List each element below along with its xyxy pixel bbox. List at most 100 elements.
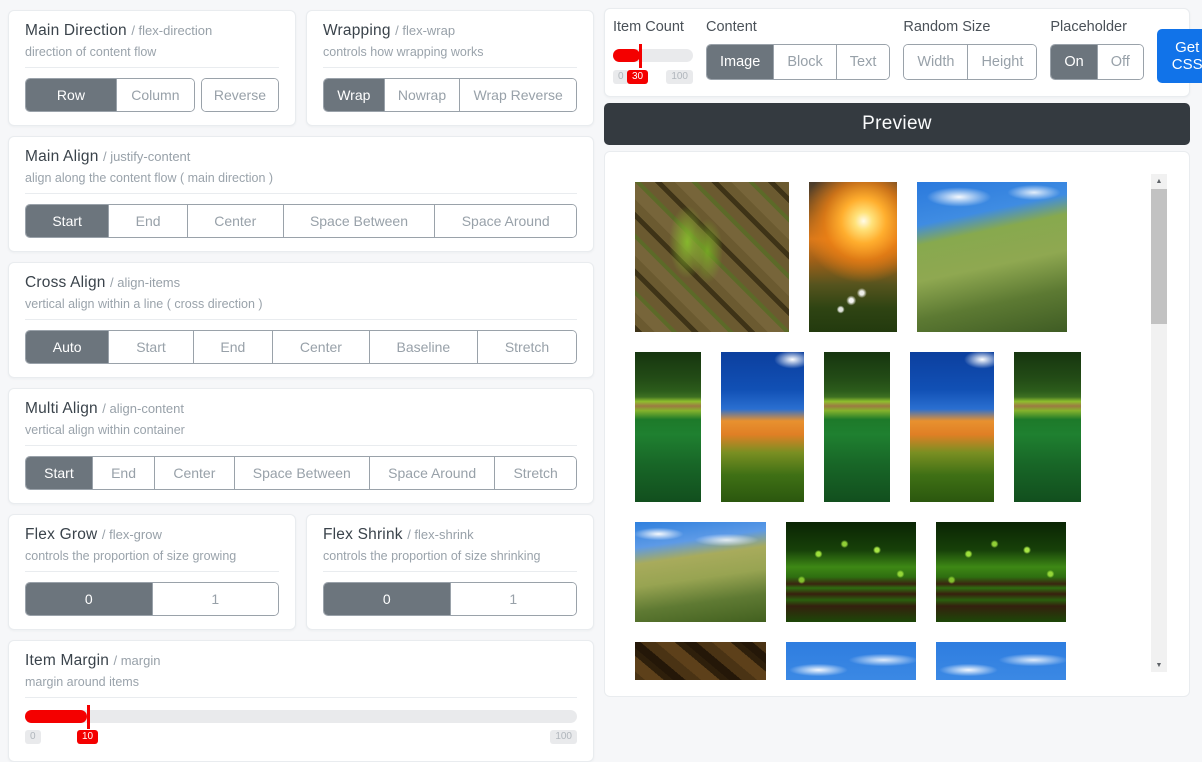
flex-wrap-wrap-button[interactable]: Wrap xyxy=(324,79,384,111)
random-size-label: Random Size xyxy=(903,19,1037,35)
card-title: Main Align xyxy=(25,148,99,165)
content-block-button[interactable]: Block xyxy=(773,45,835,79)
preview-image-lake-reflection xyxy=(824,352,890,502)
content-control: Content Image Block Text xyxy=(706,19,890,80)
preview-image-mountain-trail xyxy=(917,182,1067,332)
divider xyxy=(25,319,577,320)
card-description: margin around items xyxy=(25,675,577,689)
flex-direction-reverse-button[interactable]: Reverse xyxy=(202,79,278,111)
main-direction-group: Row Column xyxy=(25,78,195,112)
main-direction-controls: Row Column Reverse xyxy=(25,78,279,112)
align-items-end-button[interactable]: End xyxy=(193,331,273,363)
flex-wrap-wrap-reverse-button[interactable]: Wrap Reverse xyxy=(459,79,576,111)
preview-image-firefly-grass xyxy=(786,522,916,622)
card-title: Cross Align xyxy=(25,274,106,291)
align-items-center-button[interactable]: Center xyxy=(272,331,369,363)
justify-content-center-button[interactable]: Center xyxy=(187,205,283,237)
card-css-property: / flex-direction xyxy=(131,23,212,38)
wrapping-group: Wrap Nowrap Wrap Reverse xyxy=(323,78,577,112)
preview-image-lake-reflection xyxy=(1014,352,1081,502)
justify-content-space-between-button[interactable]: Space Between xyxy=(283,205,435,237)
preview-toolbar: Item Count 0 30 100 Content Image Block … xyxy=(604,8,1190,97)
card-title: Flex Grow xyxy=(25,526,97,543)
main-align-group: Start End Center Space Between Space Aro… xyxy=(25,204,577,238)
item-count-label: Item Count xyxy=(613,19,693,35)
slider-handle[interactable] xyxy=(639,44,642,68)
align-content-start-button[interactable]: Start xyxy=(26,457,92,489)
card-title: Main Direction xyxy=(25,22,127,39)
justify-content-end-button[interactable]: End xyxy=(108,205,187,237)
align-items-start-button[interactable]: Start xyxy=(108,331,192,363)
slider-value-badge: 30 xyxy=(627,70,648,84)
random-size-group: Width Height xyxy=(903,44,1037,80)
align-items-stretch-button[interactable]: Stretch xyxy=(477,331,576,363)
placeholder-group: On Off xyxy=(1050,44,1143,80)
flex-grow-1-button[interactable]: 1 xyxy=(152,583,279,615)
scrollbar-down-arrow-icon[interactable]: ▼ xyxy=(1151,658,1167,672)
left-control-panel: Main Direction / flex-direction directio… xyxy=(8,10,594,762)
divider xyxy=(25,193,577,194)
random-size-control: Random Size Width Height xyxy=(903,19,1037,80)
card-css-property: / align-items xyxy=(110,275,180,290)
preview-scrollbar[interactable]: ▲ ▼ xyxy=(1151,174,1167,672)
card-description: controls the proportion of size shrinkin… xyxy=(323,549,577,563)
preview-image-cloudy-sky xyxy=(936,642,1066,680)
random-width-button[interactable]: Width xyxy=(904,45,967,79)
scrollbar-up-arrow-icon[interactable]: ▲ xyxy=(1151,174,1167,188)
flex-direction-column-button[interactable]: Column xyxy=(116,79,194,111)
cross-align-group: Auto Start End Center Baseline Stretch xyxy=(25,330,577,364)
content-group: Image Block Text xyxy=(706,44,890,80)
placeholder-off-button[interactable]: Off xyxy=(1097,45,1143,79)
card-css-property: / justify-content xyxy=(103,149,190,164)
item-margin-slider[interactable]: 0 10 100 xyxy=(25,708,577,748)
get-css-button[interactable]: Get CSS xyxy=(1157,29,1202,83)
flex-grow-0-button[interactable]: 0 xyxy=(26,583,152,615)
justify-content-space-around-button[interactable]: Space Around xyxy=(434,205,576,237)
align-content-center-button[interactable]: Center xyxy=(154,457,233,489)
preview-image-farm-field xyxy=(635,642,766,680)
scrollbar-thumb[interactable] xyxy=(1151,189,1167,324)
card-item-margin: Item Margin / margin margin around items… xyxy=(8,640,594,762)
content-image-button[interactable]: Image xyxy=(707,45,773,79)
flex-direction-row-button[interactable]: Row xyxy=(26,79,116,111)
slider-track[interactable] xyxy=(25,710,577,723)
align-content-stretch-button[interactable]: Stretch xyxy=(494,457,576,489)
align-content-space-around-button[interactable]: Space Around xyxy=(369,457,494,489)
random-height-button[interactable]: Height xyxy=(967,45,1036,79)
flex-shrink-0-button[interactable]: 0 xyxy=(324,583,450,615)
preview-image-wood-ferns xyxy=(635,182,789,332)
align-content-end-button[interactable]: End xyxy=(92,457,154,489)
preview-body: ▲ ▼ xyxy=(604,151,1190,697)
align-content-space-between-button[interactable]: Space Between xyxy=(234,457,369,489)
card-css-property: / margin xyxy=(113,653,160,668)
content-text-button[interactable]: Text xyxy=(836,45,890,79)
content-label: Content xyxy=(706,19,890,35)
flex-shrink-1-button[interactable]: 1 xyxy=(450,583,577,615)
card-multi-align: Multi Align / align-content vertical ali… xyxy=(8,388,594,504)
right-panel: Item Count 0 30 100 Content Image Block … xyxy=(604,8,1190,697)
divider xyxy=(25,445,577,446)
flex-wrap-nowrap-button[interactable]: Nowrap xyxy=(384,79,460,111)
item-count-control: Item Count 0 30 100 xyxy=(613,19,693,84)
align-items-baseline-button[interactable]: Baseline xyxy=(369,331,477,363)
item-count-slider[interactable]: 0 30 100 xyxy=(613,44,693,84)
card-main-align: Main Align / justify-content align along… xyxy=(8,136,594,252)
slider-fill xyxy=(25,710,87,723)
card-title: Wrapping xyxy=(323,22,391,39)
justify-content-start-button[interactable]: Start xyxy=(26,205,108,237)
card-css-property: / flex-shrink xyxy=(407,527,473,542)
flexbox-playground-app: Main Direction / flex-direction directio… xyxy=(0,0,1202,709)
row-grow-shrink: Flex Grow / flex-grow controls the propo… xyxy=(8,514,594,630)
card-title: Item Margin xyxy=(25,652,109,669)
divider xyxy=(25,571,279,572)
multi-align-group: Start End Center Space Between Space Aro… xyxy=(25,456,577,490)
placeholder-on-button[interactable]: On xyxy=(1051,45,1096,79)
card-description: controls the proportion of size growing xyxy=(25,549,279,563)
card-cross-align: Cross Align / align-items vertical align… xyxy=(8,262,594,378)
card-description: vertical align within a line ( cross dir… xyxy=(25,297,577,311)
card-description: controls how wrapping works xyxy=(323,45,577,59)
align-items-auto-button[interactable]: Auto xyxy=(26,331,108,363)
preview-image-flower-field xyxy=(910,352,994,502)
card-flex-shrink: Flex Shrink / flex-shrink controls the p… xyxy=(306,514,594,630)
slider-max-label: 100 xyxy=(666,70,693,84)
